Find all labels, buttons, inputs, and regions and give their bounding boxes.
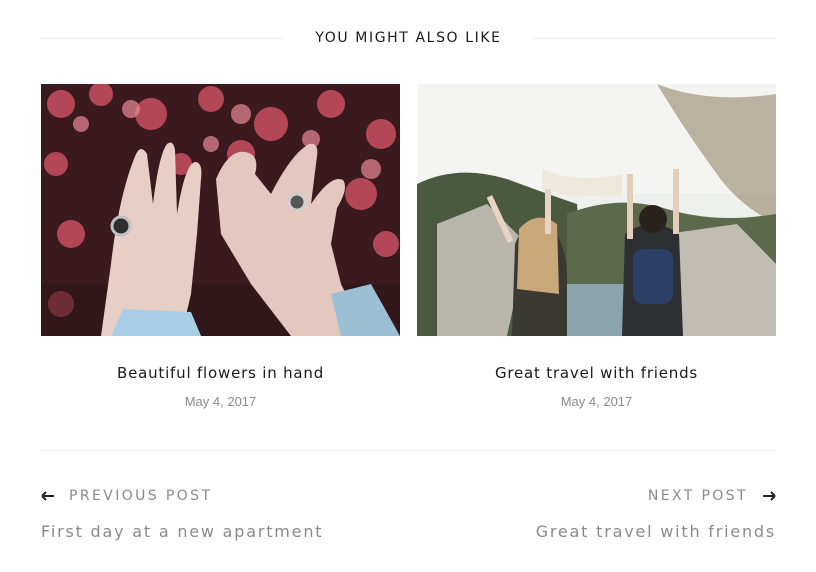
previous-post-link[interactable]: PREVIOUS POST First day at a new apartme… xyxy=(41,486,323,541)
previous-post-title: First day at a new apartment xyxy=(41,522,324,541)
header-rule-left xyxy=(41,37,284,39)
related-posts-header: YOU MIGHT ALSO LIKE xyxy=(41,27,776,49)
next-post-label-row: NEXT POST xyxy=(536,486,776,506)
related-post-image-flowers[interactable] xyxy=(41,84,400,336)
related-post-card: Beautiful flowers in hand May 4, 2017 xyxy=(41,84,400,409)
related-post-image-travel[interactable] xyxy=(417,84,776,336)
next-post-title: Great travel with friends xyxy=(535,522,776,541)
related-post-title[interactable]: Beautiful flowers in hand xyxy=(41,364,400,382)
arrow-right-icon xyxy=(763,491,776,501)
related-post-title[interactable]: Great travel with friends xyxy=(417,364,776,382)
arrow-left-icon xyxy=(41,491,54,501)
section-divider xyxy=(41,450,776,451)
post-navigation: PREVIOUS POST First day at a new apartme… xyxy=(41,486,776,546)
related-post-card: Great travel with friends May 4, 2017 xyxy=(417,84,776,409)
previous-post-label: PREVIOUS POST xyxy=(69,488,213,504)
related-post-date: May 4, 2017 xyxy=(184,394,257,409)
related-post-date: May 4, 2017 xyxy=(560,394,633,409)
related-posts-heading: YOU MIGHT ALSO LIKE xyxy=(315,30,502,46)
next-post-link[interactable]: NEXT POST Great travel with friends xyxy=(536,486,776,541)
next-post-label: NEXT POST xyxy=(647,488,748,504)
flowers-hands-photo xyxy=(41,84,400,336)
header-rule-right xyxy=(533,37,776,39)
friends-cliff-photo xyxy=(417,84,776,336)
previous-post-label-row: PREVIOUS POST xyxy=(41,486,323,506)
